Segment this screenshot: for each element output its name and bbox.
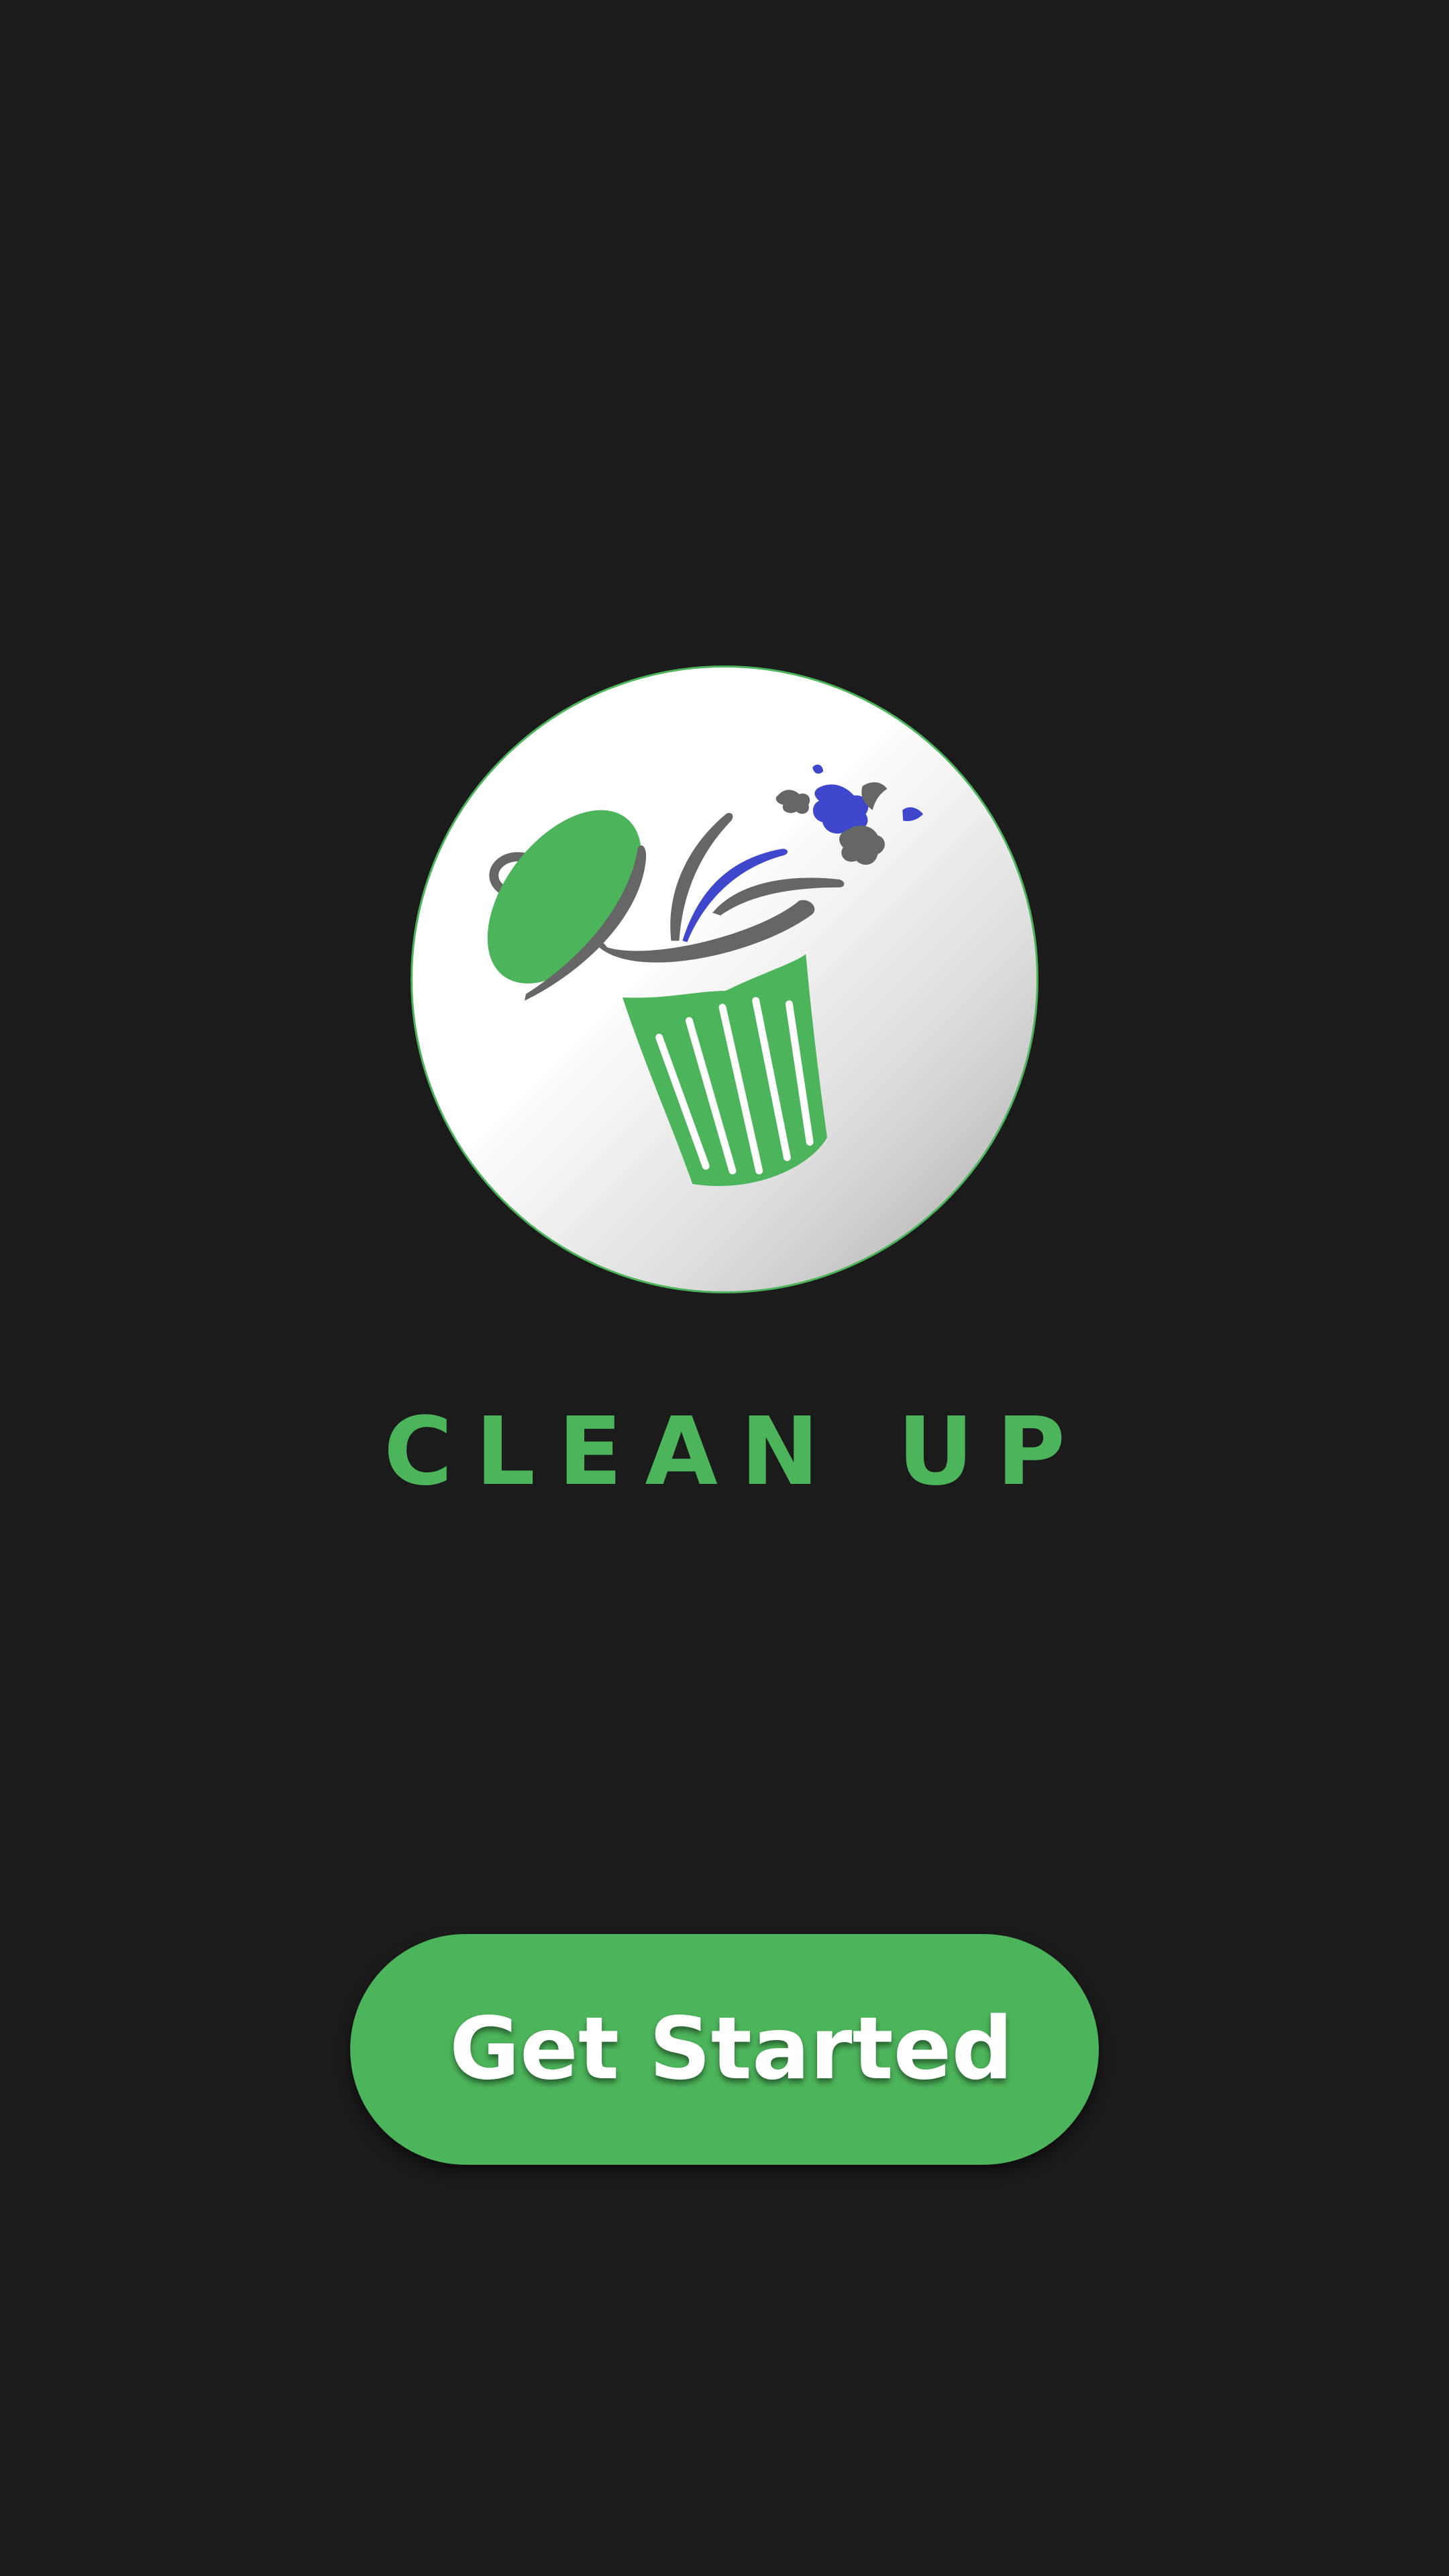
- splash-screen: CLEAN UP Get Started: [0, 0, 1449, 2576]
- lid-icon: [487, 810, 642, 983]
- app-logo: [411, 665, 1038, 1293]
- sparkle-gray-icon: [839, 825, 885, 865]
- app-title: CLEAN UP: [383, 1397, 1089, 1507]
- get-started-label: Get Started: [449, 1999, 1014, 2099]
- trash-can-icon: [487, 764, 924, 1186]
- get-started-button[interactable]: Get Started: [350, 1934, 1099, 2165]
